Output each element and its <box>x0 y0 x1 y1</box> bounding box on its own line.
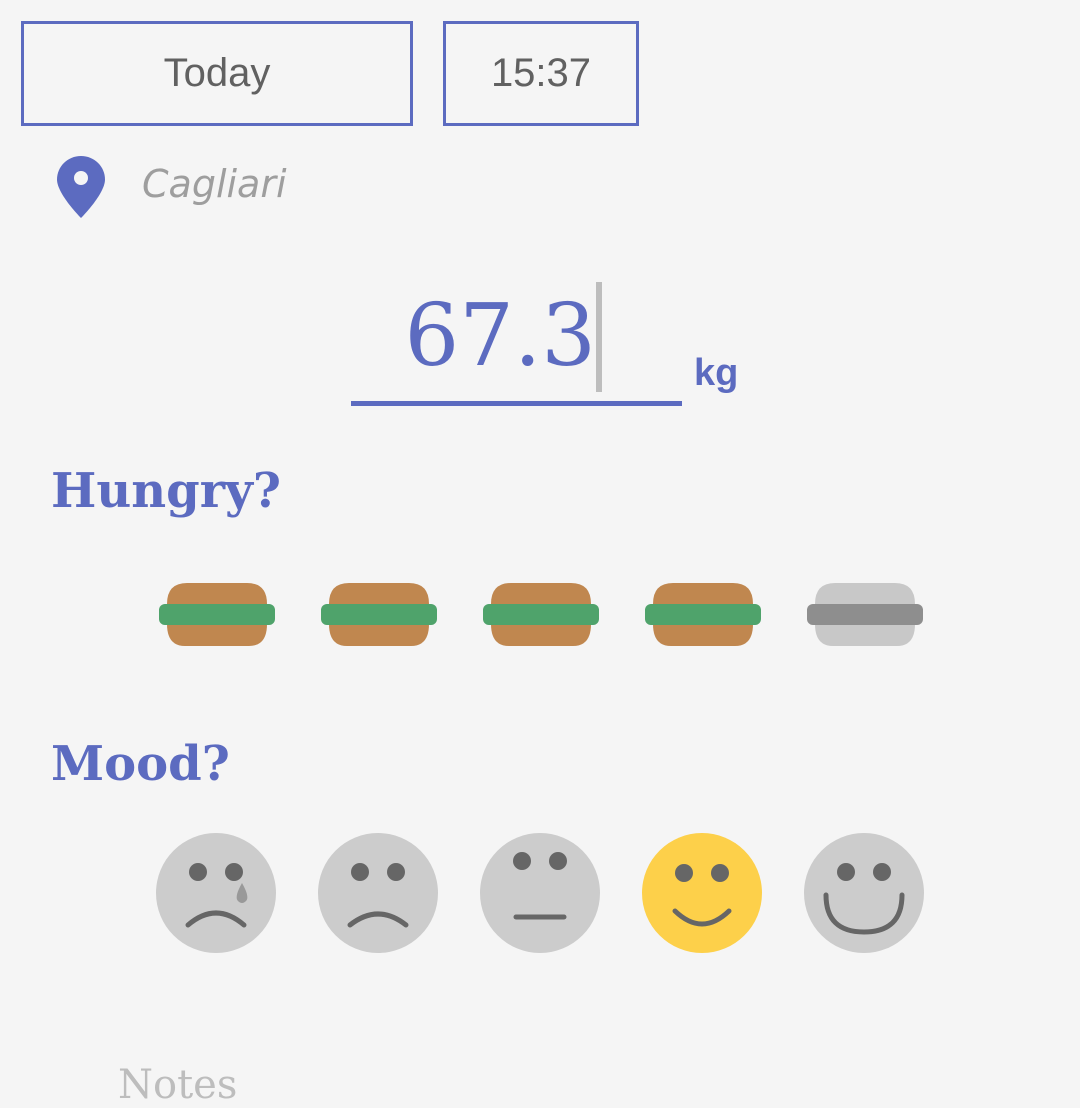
crying-face-icon[interactable] <box>156 833 276 953</box>
burger-icon[interactable] <box>483 580 599 648</box>
big-smile-face-icon[interactable] <box>804 833 924 953</box>
burger-icon[interactable] <box>645 580 761 648</box>
weight-input[interactable]: 67.3 <box>351 278 682 408</box>
weight-unit-label: kg <box>694 352 739 394</box>
weight-value: 67.3 <box>404 286 596 386</box>
neutral-face-icon[interactable] <box>480 833 600 953</box>
sad-face-icon[interactable] <box>318 833 438 953</box>
map-pin-icon <box>57 156 105 218</box>
notes-label[interactable]: Notes <box>118 1062 237 1108</box>
smile-face-icon[interactable] <box>642 833 762 953</box>
date-label: Today <box>163 51 271 95</box>
text-cursor <box>596 282 602 392</box>
time-selector-button[interactable]: 15:37 <box>443 21 639 126</box>
time-label: 15:37 <box>490 51 592 95</box>
hunger-section-title: Hungry? <box>51 463 282 519</box>
location-name[interactable]: Cagliari <box>142 162 287 206</box>
date-selector-button[interactable]: Today <box>21 21 413 126</box>
burger-icon[interactable] <box>159 580 275 648</box>
weight-input-underline <box>351 401 682 406</box>
mood-section-title: Mood? <box>51 736 230 792</box>
burger-icon[interactable] <box>807 580 923 648</box>
burger-icon[interactable] <box>321 580 437 648</box>
